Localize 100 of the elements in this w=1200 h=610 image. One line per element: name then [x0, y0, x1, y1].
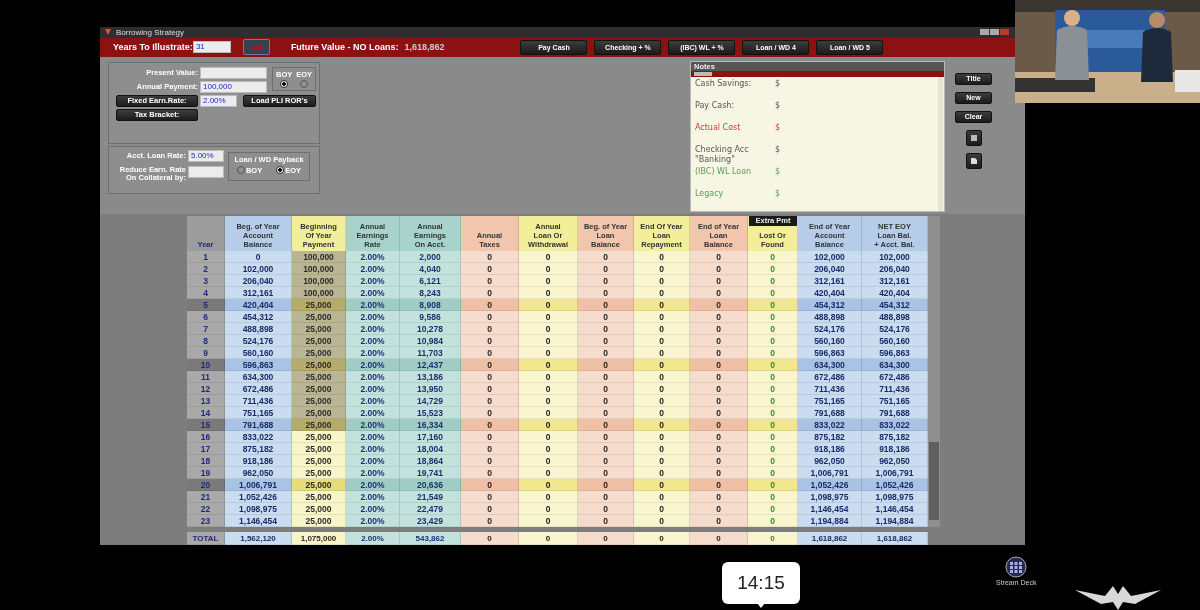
chart-button[interactable] — [242, 39, 270, 56]
table-cell: 0 — [690, 503, 748, 515]
minimize-button[interactable] — [980, 29, 989, 36]
table-cell: 0 — [578, 359, 634, 371]
table-cell: 0 — [690, 359, 748, 371]
table-cell: 25,000 — [292, 383, 346, 395]
table-cell: 2.00% — [346, 455, 400, 467]
table-cell: 596,863 — [225, 359, 292, 371]
table-cell: 2.00% — [346, 299, 400, 311]
table-cell: 102,000 — [862, 251, 928, 263]
table-cell: 751,165 — [798, 395, 862, 407]
table-cell: 0 — [461, 251, 519, 263]
table-cell: 23,429 — [400, 515, 461, 527]
table-cell: 17,160 — [400, 431, 461, 443]
table-cell: 25,000 — [292, 455, 346, 467]
table-cell: 0 — [634, 275, 690, 287]
table-cell: 672,486 — [798, 371, 862, 383]
table-cell: 0 — [578, 407, 634, 419]
radio-button[interactable] — [276, 166, 285, 175]
table-cell: 0 — [578, 371, 634, 383]
table-cell: 0 — [690, 467, 748, 479]
table-cell: 0 — [578, 275, 634, 287]
table-cell: 1,052,426 — [862, 479, 928, 491]
table-cell: 14 — [187, 407, 225, 419]
table-cell: 0 — [578, 491, 634, 503]
table-cell: 0 — [461, 323, 519, 335]
note-label: Checking Acc "Banking" — [695, 144, 750, 166]
table-cell: 25,000 — [292, 371, 346, 383]
table-cell: 0 — [690, 299, 748, 311]
loan-rate-field[interactable]: 5.00% — [188, 149, 224, 162]
save-button[interactable] — [965, 129, 982, 146]
table-cell: 962,050 — [862, 455, 928, 467]
table-cell: 0 — [578, 311, 634, 323]
note-label: Legacy — [695, 188, 725, 200]
reduce-rate-field[interactable] — [188, 165, 224, 178]
keypad-icon[interactable] — [1005, 556, 1028, 578]
note-label: Actual Cost — [695, 122, 742, 134]
note-value: $ — [775, 188, 781, 198]
table-cell: 962,050 — [225, 467, 292, 479]
total-cell: 0 — [690, 532, 748, 545]
total-cell: 2.00% — [346, 532, 400, 545]
table-cell: 0 — [461, 263, 519, 275]
table-cell: 833,022 — [225, 431, 292, 443]
table-cell: 0 — [690, 347, 748, 359]
table-cell: 0 — [634, 263, 690, 275]
table-cell: 711,436 — [225, 395, 292, 407]
scrollbar[interactable] — [928, 216, 940, 527]
annual-payment-field[interactable]: 100,000 — [200, 80, 267, 93]
table-cell: 9 — [187, 347, 225, 359]
close-button[interactable] — [1000, 29, 1009, 36]
table-cell: 15 — [187, 419, 225, 431]
table-cell: 0 — [634, 407, 690, 419]
table-cell: 0 — [748, 419, 798, 431]
table-cell: 0 — [690, 251, 748, 263]
print-button[interactable] — [965, 152, 982, 169]
table-cell: 11 — [187, 371, 225, 383]
radio-button[interactable] — [280, 79, 289, 88]
table-cell: 0 — [519, 287, 578, 299]
table-cell: 18,004 — [400, 443, 461, 455]
table-cell: 20 — [187, 479, 225, 491]
table-cell: 2.00% — [346, 431, 400, 443]
maximize-button[interactable] — [990, 29, 999, 36]
table-cell: 8 — [187, 335, 225, 347]
note-label: (IBC) WL Loan — [695, 166, 753, 178]
table-cell: 0 — [690, 395, 748, 407]
table-cell: 0 — [634, 467, 690, 479]
table-cell: 0 — [578, 515, 634, 527]
table-cell: 560,160 — [798, 335, 862, 347]
total-cell: 1,618,862 — [862, 532, 928, 545]
note-value: $ — [775, 166, 781, 176]
table-cell: 0 — [519, 407, 578, 419]
years-label: Years To Illustrate: — [113, 42, 193, 53]
table-cell: 2.00% — [346, 311, 400, 323]
table-cell: 0 — [578, 287, 634, 299]
present-value-field[interactable] — [200, 66, 267, 79]
fixed-rate-field[interactable]: 2.00% — [200, 94, 237, 107]
table-cell: 0 — [519, 335, 578, 347]
table-cell: 7 — [187, 323, 225, 335]
table-cell: 596,863 — [798, 347, 862, 359]
table-cell: 17 — [187, 443, 225, 455]
years-field[interactable]: 31 — [192, 41, 231, 54]
notes-scrollbar[interactable] — [938, 76, 943, 211]
document-icon — [969, 133, 978, 142]
table-cell: 2.00% — [346, 479, 400, 491]
table-cell: 0 — [748, 287, 798, 299]
table-cell: 0 — [578, 347, 634, 359]
table-cell: 1,146,454 — [798, 503, 862, 515]
table-cell: 100,000 — [292, 275, 346, 287]
table-cell: 0 — [578, 335, 634, 347]
table-cell: 560,160 — [225, 347, 292, 359]
page-icon — [969, 156, 978, 165]
table-cell: 0 — [748, 395, 798, 407]
table-cell: 8,908 — [400, 299, 461, 311]
table-cell: 0 — [461, 395, 519, 407]
table-cell: 420,404 — [862, 287, 928, 299]
total-cell: 0 — [748, 532, 798, 545]
table-cell: 0 — [519, 443, 578, 455]
table-cell: 0 — [634, 431, 690, 443]
table-cell: 833,022 — [798, 419, 862, 431]
table-cell: 751,165 — [862, 395, 928, 407]
